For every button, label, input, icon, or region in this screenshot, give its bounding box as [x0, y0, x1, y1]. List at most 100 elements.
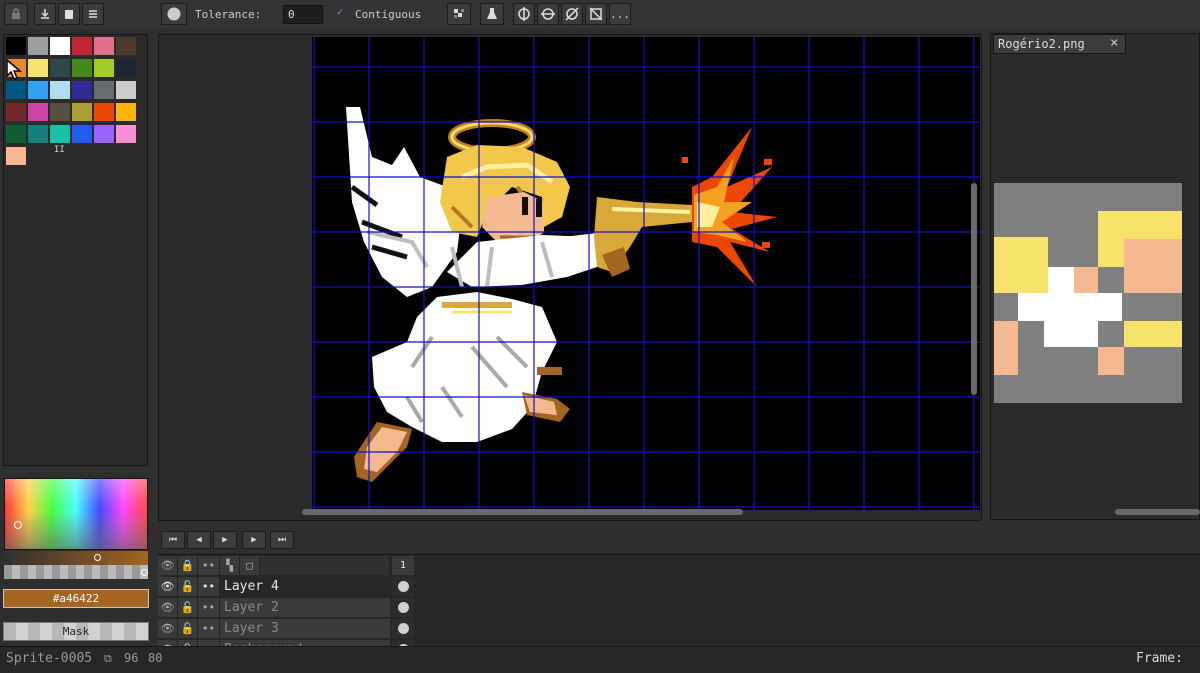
palette-swatch[interactable] — [6, 81, 26, 99]
palette-swatch[interactable] — [94, 125, 114, 143]
canvas-horizontal-scrollbar[interactable] — [302, 509, 743, 515]
palette-swatch[interactable] — [72, 103, 92, 121]
palette-panel: II — [3, 34, 148, 466]
bucket-tool-icon[interactable] — [161, 3, 187, 25]
play-button[interactable]: ▶ — [213, 531, 237, 549]
palette-swatch[interactable] — [6, 147, 26, 165]
continuous-header-icon[interactable]: ▚ — [220, 556, 240, 575]
layer-cel[interactable] — [392, 619, 414, 638]
sprite-canvas[interactable] — [312, 37, 980, 510]
palette-swatch[interactable] — [116, 59, 136, 77]
palette-swatch[interactable] — [28, 103, 48, 121]
palette-swatch[interactable] — [6, 125, 26, 143]
contiguous-label: Contiguous — [355, 8, 422, 21]
close-tab-icon[interactable]: × — [1110, 35, 1118, 51]
palette-swatch[interactable] — [28, 125, 48, 143]
palette-swatch[interactable] — [50, 37, 70, 55]
preview-horizontal-scrollbar[interactable] — [1115, 509, 1200, 515]
last-frame-button[interactable]: ⏭ — [270, 531, 294, 549]
layer-row[interactable]: 👁 🔓 •• Layer 4 — [158, 577, 414, 596]
canvas-width: 96 — [124, 651, 139, 665]
layer-lock-icon[interactable]: 🔓 — [178, 577, 198, 596]
layer-cel[interactable] — [392, 598, 414, 617]
layer-row[interactable]: 👁 🔓 •• Layer 3 — [158, 619, 414, 638]
layer-lock-icon[interactable]: 🔓 — [178, 598, 198, 617]
palette-marker: II — [54, 145, 65, 155]
current-color-field[interactable]: #a46422 — [3, 589, 149, 608]
palette-swatch[interactable] — [94, 81, 114, 99]
visibility-header-icon[interactable]: 👁 — [158, 556, 178, 575]
first-frame-icon: ⏮ — [168, 535, 178, 545]
prev-frame-button[interactable]: ◀ — [187, 531, 211, 549]
first-frame-button[interactable]: ⏮ — [161, 531, 185, 549]
layer-link-icon[interactable]: •• — [198, 598, 220, 617]
palette-swatch[interactable] — [6, 37, 26, 55]
file-tab[interactable]: Rogério2.png × — [993, 34, 1126, 54]
tolerance-input[interactable] — [283, 5, 323, 24]
symmetry-antidiagonal-icon[interactable] — [585, 3, 607, 25]
palette-swatch[interactable] — [50, 103, 70, 121]
color-hex-value: #a46422 — [52, 592, 100, 605]
canvas-vertical-scrollbar[interactable] — [971, 183, 977, 395]
frame-square-icon[interactable]: □ — [240, 556, 260, 575]
symmetry-vertical-icon[interactable] — [513, 3, 535, 25]
more-options-button[interactable]: ... — [609, 3, 631, 25]
next-frame-icon: ▶ — [251, 535, 257, 545]
layer-row[interactable]: 👁 🔓 •• Layer 2 — [158, 598, 414, 617]
palette-swatch[interactable] — [116, 103, 136, 121]
alpha-strip[interactable] — [4, 565, 148, 579]
frame-number-header[interactable]: 1 — [392, 556, 414, 575]
layer-cel[interactable] — [392, 577, 414, 596]
timeline-header: 👁 🔒 •• ▚ □ 1 — [158, 556, 414, 575]
layer-name[interactable]: Layer 4 — [220, 577, 390, 596]
layer-lock-icon[interactable]: 🔓 — [178, 619, 198, 638]
lock-header-icon[interactable]: 🔒 — [178, 556, 198, 575]
tolerance-label: Tolerance: — [195, 8, 262, 21]
palette-swatch[interactable] — [116, 81, 136, 99]
angel-sprite-artwork — [312, 37, 980, 510]
palette-swatch[interactable] — [94, 59, 114, 77]
palette-swatch[interactable] — [28, 81, 48, 99]
palette-swatch[interactable] — [50, 59, 70, 77]
palette-swatch[interactable] — [28, 37, 48, 55]
layer-name[interactable]: Layer 2 — [220, 598, 390, 617]
symmetry-horizontal-icon[interactable] — [537, 3, 559, 25]
palette-swatch[interactable] — [6, 103, 26, 121]
palette-swatch[interactable] — [116, 125, 136, 143]
palette-swatch[interactable] — [72, 37, 92, 55]
frame-label: Frame: — [1136, 651, 1183, 666]
layer-visibility-icon[interactable]: 👁 — [158, 577, 178, 596]
lock-icon[interactable] — [4, 3, 28, 25]
palette-swatch[interactable] — [72, 59, 92, 77]
palette-swatch[interactable] — [28, 59, 48, 77]
palette-swatch[interactable] — [116, 37, 136, 55]
palette-swatch[interactable] — [94, 37, 114, 55]
next-frame-button[interactable]: ▶ — [242, 531, 266, 549]
sprite-name: Sprite-0005 — [6, 651, 93, 666]
layer-visibility-icon[interactable]: 👁 — [158, 598, 178, 617]
flask-icon[interactable] — [480, 3, 504, 25]
color-picker[interactable] — [4, 478, 148, 550]
palette-swatch[interactable] — [72, 81, 92, 99]
palette-swatch[interactable] — [72, 125, 92, 143]
file-icon[interactable] — [58, 3, 80, 25]
palette-swatch[interactable] — [94, 103, 114, 121]
palette-swatch[interactable] — [50, 125, 70, 143]
last-frame-icon: ⏭ — [277, 535, 287, 545]
layer-name[interactable]: Layer 3 — [220, 619, 390, 638]
layer-link-icon[interactable]: •• — [198, 577, 220, 596]
link-header-icon[interactable]: •• — [198, 556, 220, 575]
layer-visibility-icon[interactable]: 👁 — [158, 619, 178, 638]
download-icon[interactable] — [34, 3, 56, 25]
picker-handle[interactable] — [14, 521, 22, 529]
palette-swatch[interactable] — [50, 81, 70, 99]
mask-button[interactable]: Mask — [3, 622, 149, 641]
layer-link-icon[interactable]: •• — [198, 619, 220, 638]
menu-icon[interactable] — [82, 3, 104, 25]
shade-strip[interactable] — [4, 551, 148, 565]
contiguous-checkbox[interactable]: ✓ — [337, 7, 349, 19]
mask-label: Mask — [62, 625, 90, 638]
frame-number: 1 — [399, 560, 407, 571]
symmetry-diagonal-icon[interactable] — [561, 3, 583, 25]
pixel-perfect-icon[interactable] — [447, 3, 471, 25]
